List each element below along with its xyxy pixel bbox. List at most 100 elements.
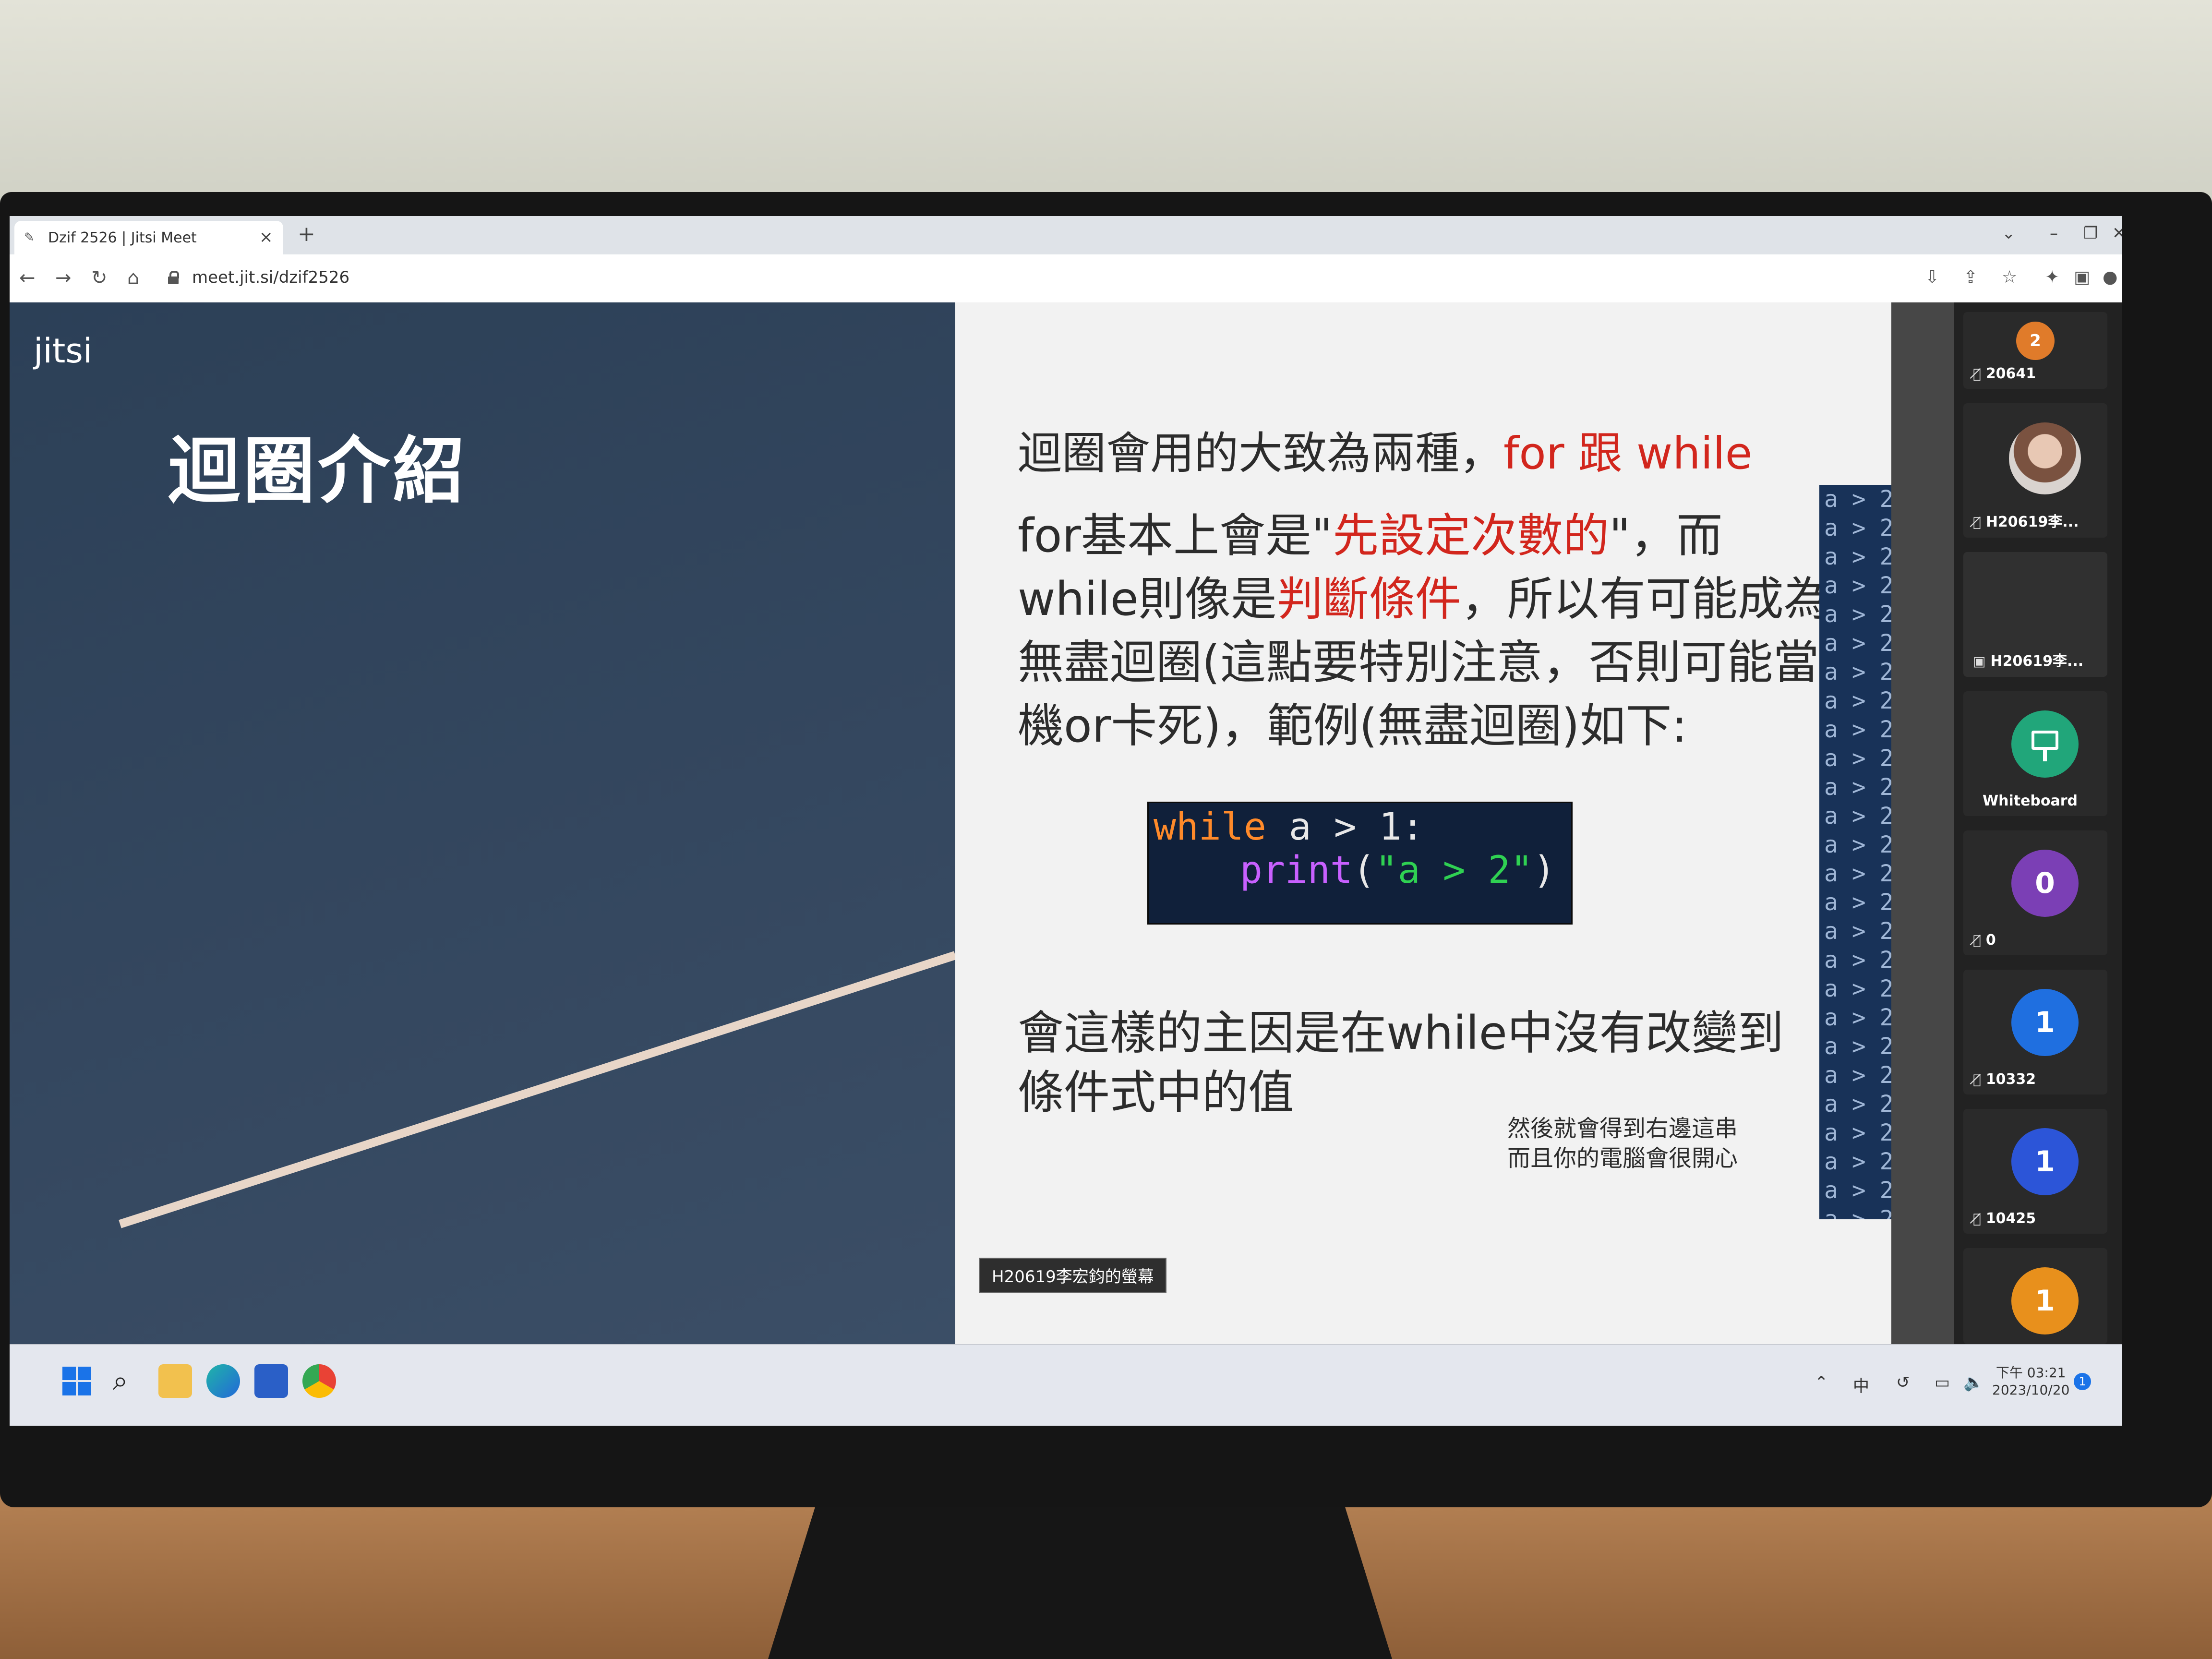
start-menu-icon[interactable] — [62, 1367, 91, 1395]
reload-icon[interactable]: ↻ — [91, 267, 108, 289]
console-output-line: a > 2 — [1824, 1206, 1891, 1219]
participant-tile[interactable]: 2 🎙̸ 20641 — [1963, 312, 2107, 389]
console-output-line: a > 2 — [1824, 918, 1891, 945]
screen-share-icon: ▣ — [1973, 653, 1986, 669]
tab-close-icon[interactable]: × — [259, 228, 273, 247]
close-window-button[interactable]: ✕ — [2112, 224, 2122, 243]
participant-name: 🎙̸ H20619李... — [1973, 510, 2079, 531]
monitor-screen: ✎ Dzif 2526 | Jitsi Meet × + ⌄ – ❐ ✕ ← →… — [10, 216, 2122, 1426]
console-output-strip: a > 2a > 2a > 2a > 2a > 2a > 2a > 2a > 2… — [1819, 485, 1891, 1219]
console-output-line: a > 2 — [1824, 975, 1891, 1002]
slide-decoration-line — [119, 951, 955, 1228]
tab-search-icon[interactable]: ⌄ — [2002, 224, 2016, 243]
participant-name: 🎙̸ 20641 — [1973, 365, 2036, 382]
system-clock[interactable]: 下午 03:21 2023/10/20 — [1992, 1364, 2069, 1399]
screen-share-label: H20619李宏鈞的螢幕 — [979, 1258, 1166, 1293]
network-icon[interactable]: ▭ — [1935, 1373, 1950, 1392]
participant-tile[interactable]: ▣ H20619李... — [1963, 552, 2107, 677]
slide-paragraph-2: 會這樣的主因是在while中沒有改變到條件式中的值 — [1018, 1006, 1784, 1119]
console-output-line: a > 2 — [1824, 659, 1891, 685]
participant-name-text: 10425 — [1985, 1210, 2036, 1227]
tab-title: Dzif 2526 | Jitsi Meet — [48, 229, 197, 246]
extensions-icon[interactable]: ✦ — [2045, 268, 2059, 287]
code-string: "a > 2" — [1375, 849, 1533, 892]
participant-avatar: 1 — [2011, 1128, 2079, 1195]
code-example: while a > 1: print("a > 2") — [1147, 802, 1573, 925]
mic-muted-icon: 🎙̸ — [1973, 1071, 1981, 1087]
participant-name-text: 20641 — [1985, 365, 2036, 382]
console-output-line: a > 2 — [1824, 1119, 1891, 1146]
code-function: print — [1240, 849, 1353, 892]
console-output-line: a > 2 — [1824, 1062, 1891, 1089]
install-app-icon[interactable]: ⇩ — [1925, 268, 1939, 287]
participant-avatar: 2 — [2016, 322, 2055, 360]
new-tab-button[interactable]: + — [298, 224, 315, 245]
console-output-line: a > 2 — [1824, 803, 1891, 830]
console-output-line: a > 2 — [1824, 1033, 1891, 1060]
console-output-line: a > 2 — [1824, 1148, 1891, 1175]
participant-name: 🎙̸ 10425 — [1973, 1210, 2036, 1227]
edge-browser-icon[interactable] — [206, 1364, 240, 1398]
bookmark-star-icon[interactable]: ☆ — [2002, 268, 2017, 287]
browser-tab-bar: ✎ Dzif 2526 | Jitsi Meet × + ⌄ – ❐ ✕ — [10, 216, 2122, 254]
heading-for: for — [1503, 428, 1564, 479]
slide-paragraph-1: for基本上會是"先設定次數的"，而while則像是判斷條件，所以有可能成為無盡… — [1018, 504, 1834, 757]
console-output-line: a > 2 — [1824, 572, 1891, 599]
slide-note: 然後就會得到右邊這串 而且你的電腦會很開心 — [1507, 1114, 1738, 1173]
heading-while: while — [1636, 428, 1753, 479]
para1-part-a: for基本上會是" — [1018, 509, 1333, 563]
participant-filmstrip[interactable]: 2 🎙̸ 20641 🎙̸ H20619李... ▣ H20619李... White… — [1954, 302, 2122, 1344]
lock-icon[interactable] — [168, 271, 179, 284]
code-condition: a > 1: — [1266, 805, 1424, 849]
microsoft-store-icon[interactable] — [254, 1364, 288, 1398]
minimize-button[interactable]: – — [2050, 224, 2058, 243]
console-output-line: a > 2 — [1824, 1004, 1891, 1031]
address-bar[interactable]: meet.jit.si/dzif2526 — [192, 268, 349, 287]
code-line-2: print("a > 2") — [1240, 849, 1555, 892]
participant-avatar: 1 — [2011, 989, 2079, 1056]
participant-tile[interactable]: 0 🎙̸ 0 — [1963, 830, 2107, 955]
console-output-line: a > 2 — [1824, 889, 1891, 916]
ime-mode-icon[interactable]: ↺ — [1896, 1373, 1910, 1392]
participant-tile[interactable]: 1 🎙̸ 10332 — [1963, 970, 2107, 1094]
slide-content-panel: 迴圈會用的大致為兩種，for 跟 while for基本上會是"先設定次數的"，… — [955, 302, 1891, 1344]
console-output-line: a > 2 — [1824, 515, 1891, 541]
back-icon[interactable]: ← — [19, 267, 36, 289]
participant-name-text: 0 — [1985, 932, 1996, 949]
para1-highlight-1: 先設定次數的 — [1333, 509, 1610, 563]
heading-mid: 跟 — [1564, 428, 1637, 479]
file-explorer-icon[interactable] — [158, 1364, 192, 1398]
code-line-1: while a > 1: — [1154, 805, 1424, 849]
side-panel-icon[interactable]: ▣ — [2074, 268, 2090, 287]
code-paren-open: ( — [1352, 849, 1375, 892]
search-icon[interactable]: ⌕ — [113, 1365, 128, 1397]
chrome-icon[interactable] — [302, 1364, 336, 1398]
slide-heading-line: 迴圈會用的大致為兩種，for 跟 while — [1018, 418, 1752, 481]
volume-icon[interactable]: 🔈 — [1963, 1373, 1984, 1392]
participant-tile[interactable]: 1 — [1963, 1248, 2107, 1344]
meeting-stage: jitsi 迴圈介紹 迴圈會用的大致為兩種，for 跟 while for基本上… — [10, 302, 2122, 1344]
restore-button[interactable]: ❐ — [2083, 224, 2098, 243]
participant-avatar: 0 — [2011, 850, 2079, 917]
profile-icon[interactable]: ● — [2103, 268, 2117, 287]
participant-tile[interactable]: 1 🎙̸ 10425 — [1963, 1109, 2107, 1234]
forward-icon[interactable]: → — [55, 267, 72, 289]
participant-photo-avatar — [2009, 422, 2081, 494]
participant-name: ▣ H20619李... — [1973, 649, 2083, 670]
console-output-line: a > 2 — [1824, 716, 1891, 743]
console-output-line: a > 2 — [1824, 947, 1891, 974]
whiteboard-tile[interactable]: Whiteboard — [1963, 691, 2107, 816]
whiteboard-label: Whiteboard — [1983, 793, 2078, 809]
participant-tile[interactable]: 🎙̸ H20619李... — [1963, 403, 2107, 538]
browser-tab[interactable]: ✎ Dzif 2526 | Jitsi Meet × — [14, 221, 283, 254]
notification-badge[interactable]: 1 — [2074, 1373, 2091, 1390]
participant-name: 🎙̸ 10332 — [1973, 1071, 2036, 1088]
tray-chevron-icon[interactable]: ⌃ — [1815, 1373, 1828, 1392]
code-paren-close: ) — [1533, 849, 1556, 892]
monitor-stand — [768, 1498, 1392, 1659]
share-icon[interactable]: ⇪ — [1963, 268, 1978, 287]
browser-toolbar: ← → ↻ ⌂ meet.jit.si/dzif2526 ⇩ ⇪ ☆ ✦ ▣ ● — [10, 254, 2122, 303]
ime-indicator[interactable]: 中 — [1853, 1373, 1869, 1396]
console-output-line: a > 2 — [1824, 1177, 1891, 1204]
home-icon[interactable]: ⌂ — [127, 267, 139, 289]
